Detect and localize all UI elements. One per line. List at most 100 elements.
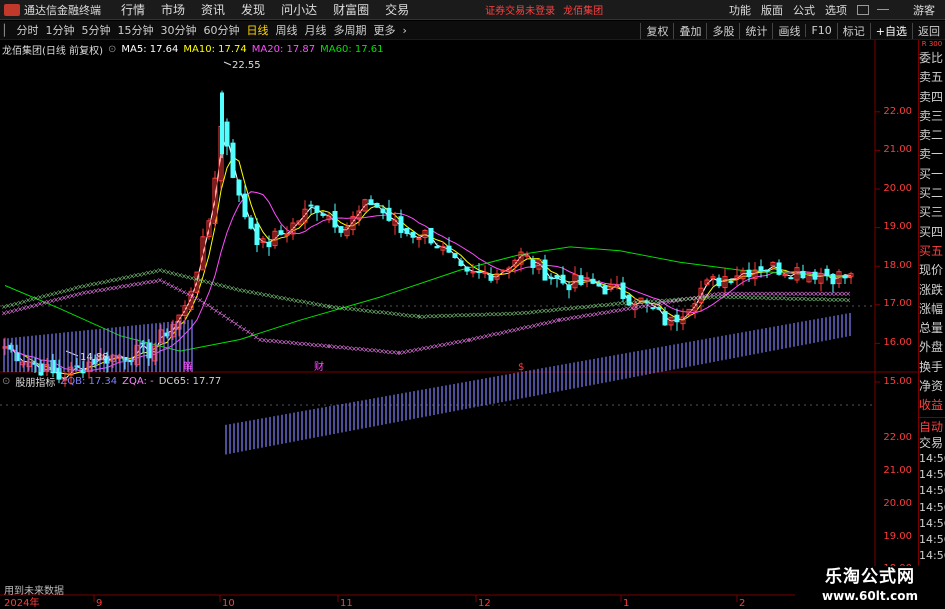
overlay-button[interactable]: 叠加 [673,22,706,39]
stock-title-label: 龙佰集团(日线 前复权) [2,46,103,57]
sidebar-row: 外盘 [919,340,944,355]
period-tab-weekly[interactable]: 周线 [275,22,297,38]
candle-body [716,277,722,287]
indicator-series: ××××××××××××××××××××××××××××××××××××××××… [1,267,851,455]
candle-body [320,213,326,216]
sidebar-row: 买四 [919,224,944,239]
period-tab-intraday[interactable]: 分时 [16,22,38,38]
candle-body [380,208,386,214]
legend-settings-icon[interactable]: ⊙ [108,44,116,55]
date-label-dec: 12 [478,598,491,609]
menu-item-trade[interactable]: 交易 [385,1,409,18]
date-label-nov: 11 [340,598,353,609]
candle-body [248,217,254,229]
menu-item-function[interactable]: 功能 [729,2,751,18]
auto-refresh-button[interactable]: 自动 [919,419,945,435]
menu-item-quotes[interactable]: 行情 [121,1,145,18]
menu-item-layout[interactable]: 版面 [761,2,783,18]
period-tab-30min[interactable]: 30分钟 [160,22,196,38]
candle-body [452,253,458,259]
indicator-title[interactable]: 股朋指标 [15,374,55,389]
restore-rights-button[interactable]: 复权 [640,22,673,39]
ma5-label: MA5: 17.64 [121,44,179,55]
max-pointer [223,61,232,66]
candle-body [824,268,830,277]
collapse-icon[interactable]: ▏ [4,24,12,37]
menu-item-assistant[interactable]: 问小达 [281,1,317,18]
back-button[interactable]: 返回 [912,22,945,39]
candle-body [758,266,764,272]
candle-body [458,260,464,267]
sub-axis-label-21: 21.00 [883,465,912,476]
sub-axis-label-20: 20.00 [883,498,912,509]
peak-candle-body [220,92,224,155]
more-chevron-icon[interactable]: › [402,24,406,37]
draw-line-button[interactable]: 画线 [772,22,805,39]
statistics-button[interactable]: 统计 [739,22,772,39]
dc65-marker: × [845,296,851,304]
menu-item-formula[interactable]: 公式 [793,2,815,18]
sidebar-row: 收益 [919,398,944,413]
candle-body [278,230,284,235]
candle-body [812,271,818,280]
candle-body [590,278,596,284]
menu-item-discover[interactable]: 发现 [241,1,265,18]
period-tab-5min[interactable]: 5分钟 [81,22,110,38]
sidebar-separator [919,416,945,418]
candle-body [386,207,392,221]
candle-body [368,199,374,206]
candle-body [224,121,230,147]
menu-item-wealth[interactable]: 财富圈 [333,1,369,18]
f10-button[interactable]: F10 [805,24,836,37]
axis-label-15: 15.00 [883,376,912,387]
axis-label-17: 17.00 [883,298,912,309]
sub-axis-label-22: 22.00 [883,432,912,443]
axis-label-18: 18.00 [883,260,912,271]
candle-body [338,226,344,233]
candle-body [242,193,248,218]
period-tab-daily[interactable]: 日线 [246,22,268,38]
axis-label-19: 19.00 [883,221,912,232]
candle-body [374,202,380,208]
period-tab-60min[interactable]: 60分钟 [203,22,239,38]
login-warning[interactable]: 证券交易未登录 [485,2,555,17]
period-tab-1min[interactable]: 1分钟 [45,22,74,38]
period-toolbar: ▏ 分时 1分钟 5分钟 15分钟 30分钟 60分钟 日线 周线 月线 多周期… [0,21,945,40]
kline-chart[interactable]: ××××××××××××××××××××××××××××××××××××××××… [0,40,918,609]
candle-body [530,259,536,268]
rights-badge: R 300 [921,40,943,48]
period-tab-15min[interactable]: 15分钟 [117,22,153,38]
candle-body [488,274,494,281]
guest-label[interactable]: 游客 [913,2,935,18]
candle-body [764,269,770,272]
window-restore-icon[interactable] [857,5,869,15]
sidebar-row: 卖四 [919,89,944,104]
trade-detail-label[interactable]: 交易 [919,435,945,451]
menu-item-options[interactable]: 选项 [825,2,847,18]
mark-button[interactable]: 标记 [836,22,870,39]
add-favorite-button[interactable]: +自选 [869,22,912,39]
period-tab-monthly[interactable]: 月线 [304,22,326,38]
period-tab-multi[interactable]: 多周期 [333,22,366,38]
candle-body [236,179,242,196]
candle-body [578,275,584,285]
app-title: 通达信金融终端 [24,3,101,17]
candle-body [266,241,272,248]
candle-body [776,262,782,275]
indicator-settings-icon[interactable]: ⊙ [2,376,10,387]
period-tab-more[interactable]: 更多 [373,22,395,38]
menu-item-news[interactable]: 资讯 [201,1,225,18]
sidebar-row: 净资 [919,379,944,394]
trade-tick-time: 14:56 [919,549,945,563]
menu-item-market[interactable]: 市场 [161,1,185,18]
candle-body [464,266,470,272]
chart-grid [0,40,918,609]
sidebar-row: 卖一 [919,147,944,162]
candle-body [662,311,668,326]
candle-body [308,204,314,207]
window-minimize-icon[interactable] [877,9,889,11]
dc65-label: DC65: 17.77 [158,376,222,387]
multi-stock-button[interactable]: 多股 [706,22,739,39]
candle-body [674,314,680,323]
candle-body [842,275,848,279]
